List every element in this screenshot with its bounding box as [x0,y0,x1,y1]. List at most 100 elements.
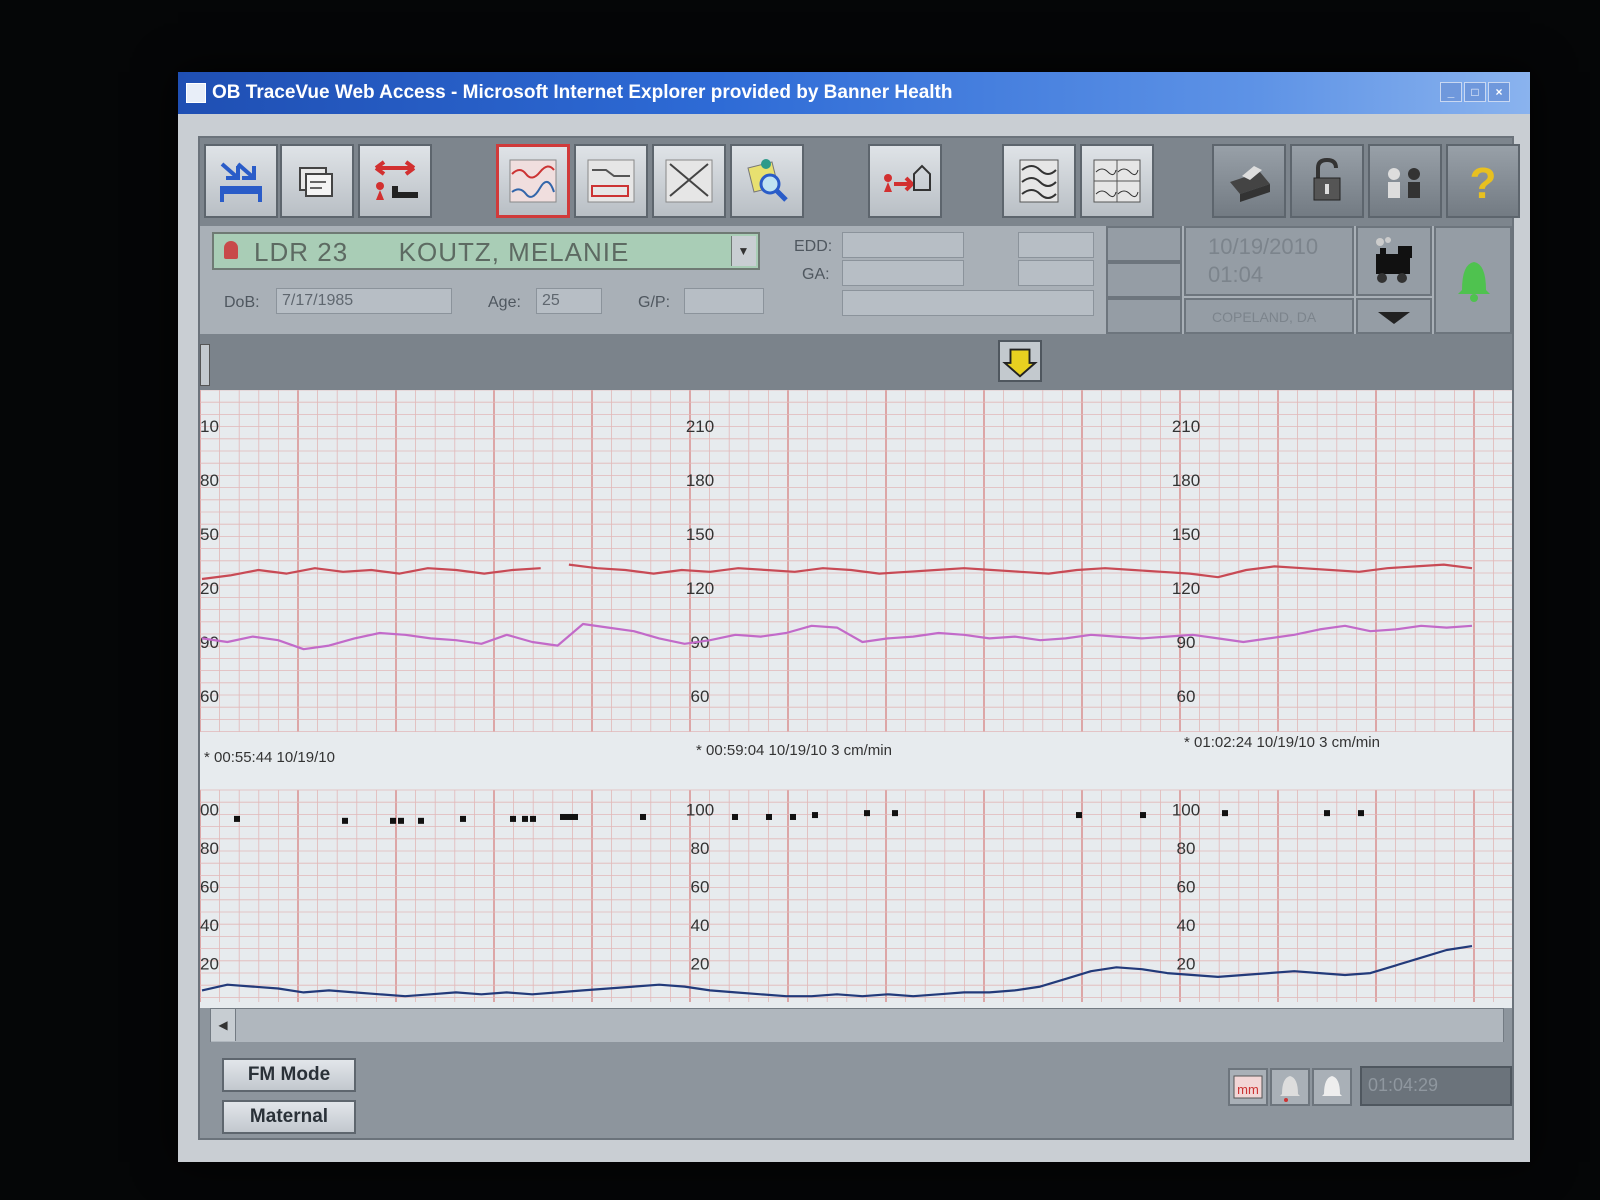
alarm-ack-button[interactable] [1270,1068,1310,1106]
bell-icon [1322,1076,1342,1096]
strip-scrollbar[interactable]: ◀ [210,1008,1504,1044]
help-icon: ? [1470,159,1497,206]
fhr-tick-label: 210 [1172,417,1200,436]
maternal-button[interactable]: Maternal [222,1100,356,1134]
ga-extra-field [1018,260,1094,286]
fhr-tick-label: 60 [1177,687,1196,706]
tracevue-app: ? LDR 23 KOUTZ, MELANIE ▼ DoB: 7/17/1985… [198,136,1520,1140]
fetal-movement-marker [1324,810,1330,817]
scroll-left-icon[interactable]: ◀ [211,1009,236,1041]
uc-tick-label: 100 [1172,800,1200,819]
fetal-monitor-strip: 60 90 120 150 180 210 20 40 60 80 100 60 90 120 150 180… [199,389,1512,1008]
lock-button[interactable] [1290,144,1364,218]
users-icon [1388,168,1420,198]
jump-arrow-icon [1002,348,1038,378]
uc-tick-label: 40 [1177,916,1196,935]
print-button[interactable] [1212,144,1286,218]
fm-mode-button[interactable]: FM Mode [222,1058,356,1092]
uc-tick-label: 80 [1177,839,1196,858]
fetal-movement-marker [566,813,572,820]
graph-view-icon [665,159,713,203]
uterine-activity-line [201,945,1473,998]
expand-button[interactable] [1356,298,1432,334]
fhr-tick-label: 180 [686,471,714,490]
fetal-movement-marker [732,813,738,820]
trace-view-button[interactable] [496,144,570,218]
uc-edge-tick-label: 60 [200,877,219,896]
patient-name: KOUTZ, MELANIE [398,237,630,267]
discharge-button[interactable] [868,144,942,218]
discharge-icon [884,164,931,192]
age-label: Age: [488,294,521,311]
overview-icon [1019,159,1059,203]
edd-field [842,232,964,258]
fhr-tick-label: 180 [1172,471,1200,490]
fetal-movement-marker [234,815,240,822]
strip-chart: 6090120150180210204060801006090120150180… [199,389,1512,1002]
monitor-screen: OB TraceVue Web Access - Microsoft Inter… [178,72,1530,1162]
fetal-movement-marker [560,813,566,820]
fhr-edge-tick-label: 60 [200,687,219,706]
graph-view-button[interactable] [652,144,726,218]
maternal-heart-rate-line [201,567,541,581]
fhr-tick-label: 210 [686,417,714,436]
fetal-movement-marker [812,812,818,819]
age-field: 25 [536,288,602,314]
fetal-movement-marker [342,817,348,824]
jump-now-button[interactable] [998,340,1042,382]
chevron-down-icon[interactable]: ▼ [731,236,756,266]
help-button[interactable]: ? [1446,144,1520,218]
fhr-edge-tick-label: 80 [200,471,219,490]
minimize-button[interactable]: _ [1440,82,1462,102]
fetal-movement-marker [1358,810,1364,817]
close-button[interactable]: × [1488,82,1510,102]
edd-label: EDD: [794,238,833,255]
clinician-panel[interactable]: COPELAND, DA [1184,298,1354,334]
dob-field: 7/17/1985 [276,288,452,314]
alarm-panel[interactable] [1434,226,1512,334]
bottom-panel: FM Mode Maternal mm 01:04:29 [200,1042,1512,1138]
fetal-movement-marker [864,810,870,817]
status-cell [1106,226,1182,262]
documentation-button[interactable] [280,144,354,218]
admit-icon [220,162,262,202]
fetal-movement-marker [640,813,646,820]
uc-edge-tick-label: 00 [200,800,219,819]
fhr-tick-label: 150 [1172,525,1200,544]
annotation-button[interactable]: mm [1228,1068,1268,1106]
time-label-1: * 00:55:44 10/19/10 [204,749,335,766]
gp-field [684,288,764,314]
main-toolbar: ? [200,138,1520,226]
admit-button[interactable] [204,144,278,218]
annotation-icon: mm [1233,1075,1263,1099]
maximize-button[interactable]: □ [1464,82,1486,102]
gp-label: G/P: [638,294,671,311]
trace-view-icon [509,159,557,203]
train-button[interactable] [1356,226,1432,296]
fetal-movement-marker [572,813,578,820]
transfer-button[interactable] [358,144,432,218]
uc-edge-tick-label: 40 [200,916,219,935]
notes-field [842,290,1094,316]
search-button[interactable] [730,144,804,218]
edd-extra-field [1018,232,1094,258]
overview-button[interactable] [1002,144,1076,218]
time-label-2: * 00:59:04 10/19/10 3 cm/min [696,742,892,759]
fetal-movement-marker [530,815,536,822]
bell-icon [1458,262,1490,302]
fetal-movement-marker [522,815,528,822]
left-handle[interactable] [200,344,210,386]
split-view-button[interactable] [1080,144,1154,218]
patient-selector[interactable]: LDR 23 KOUTZ, MELANIE ▼ [212,232,760,270]
trend-view-button[interactable] [574,144,648,218]
fetal-movement-marker [766,813,772,820]
train-icon [1376,237,1412,283]
uc-tick-label: 60 [1177,877,1196,896]
patient-room: LDR 23 [254,237,349,267]
series-layer [201,563,1473,998]
lock-icon [1313,157,1341,201]
search-icon [747,159,788,202]
alarm-silence-button[interactable] [1312,1068,1352,1106]
users-button[interactable] [1368,144,1442,218]
patient-bell-icon [224,241,238,259]
